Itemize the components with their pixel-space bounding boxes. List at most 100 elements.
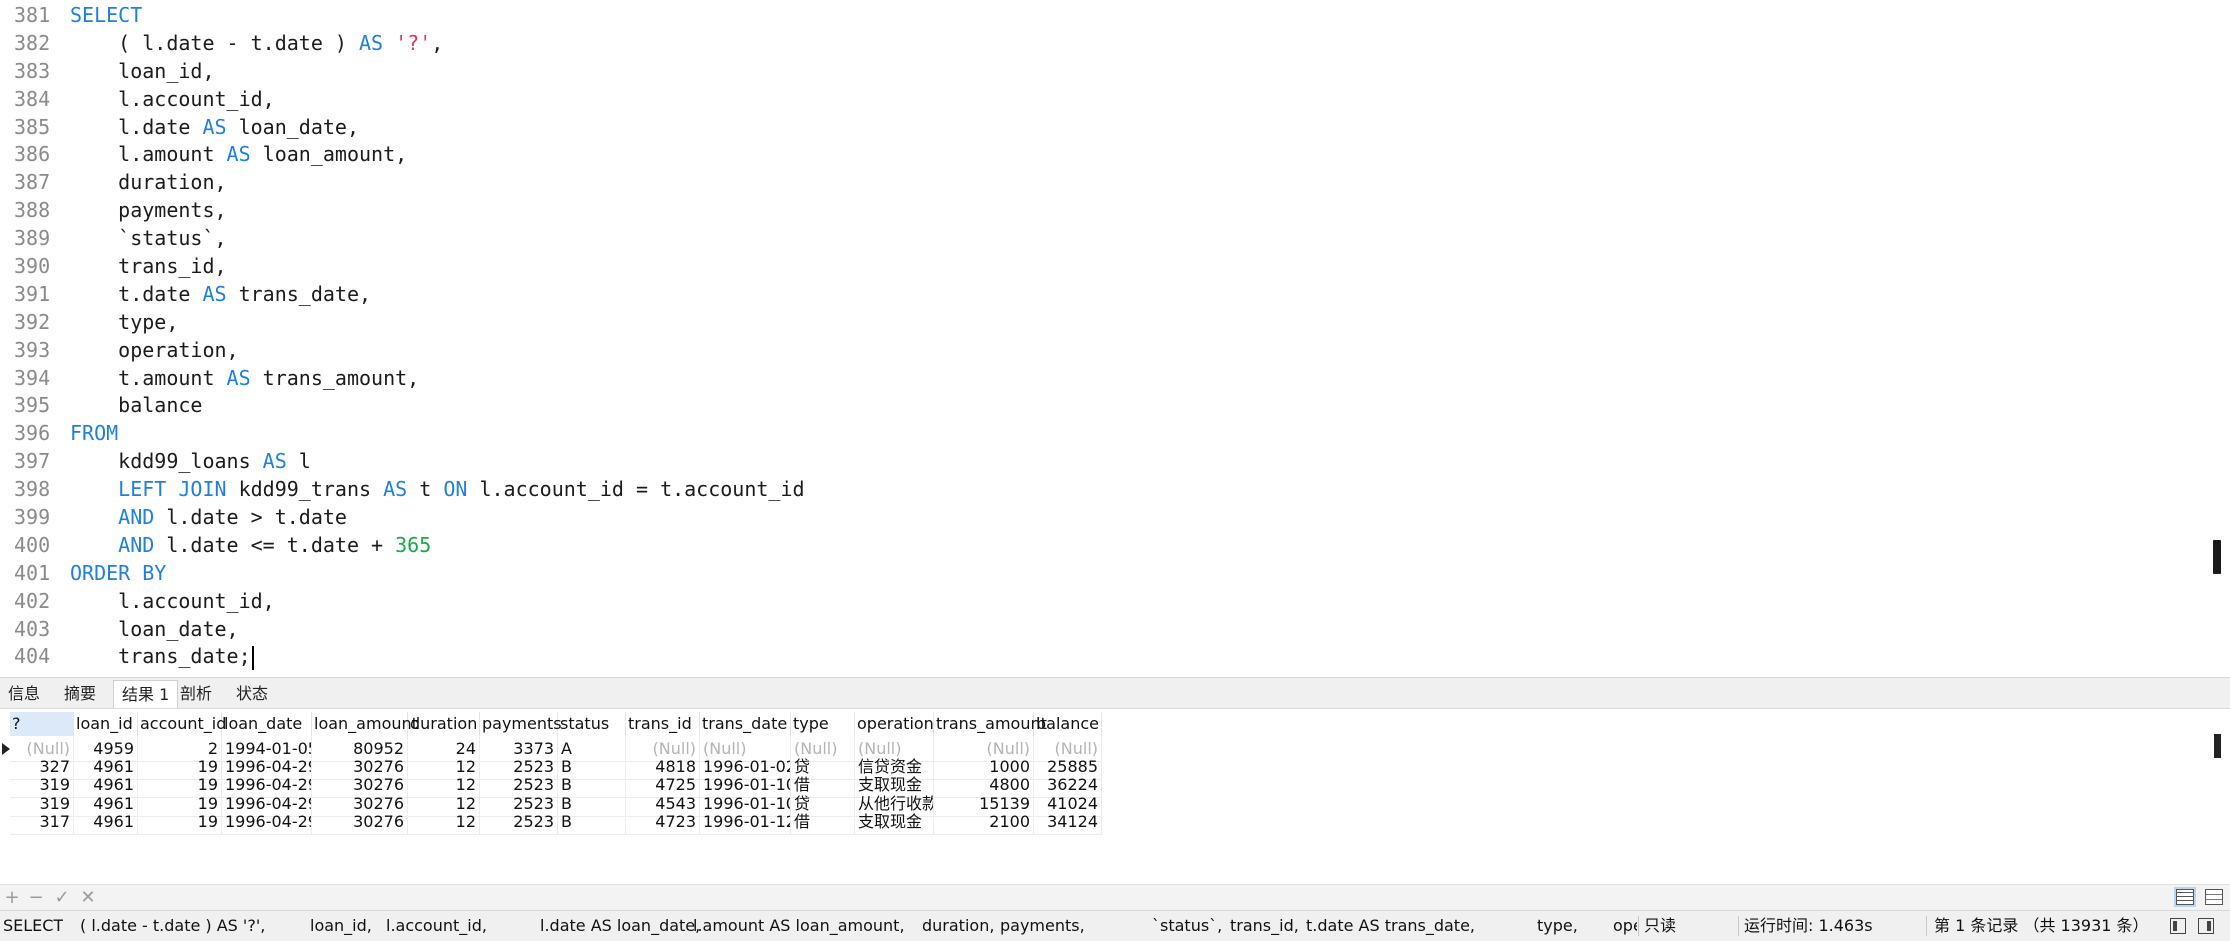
code-text: l.account_id,: [70, 588, 275, 613]
table-cell[interactable]: 30276: [312, 808, 408, 835]
column-header[interactable]: trans_id: [626, 712, 700, 736]
current-row-marker-icon: [2, 743, 10, 755]
code-text: type,: [70, 309, 179, 334]
table-cell[interactable]: 借: [791, 808, 855, 835]
line-number: 399: [14, 505, 51, 530]
code-text: FROM: [70, 421, 119, 446]
sql-preview-8: `status`,: [1152, 916, 1223, 935]
line-number: 395: [14, 393, 51, 418]
code-text: l.amount AS loan_amount,: [70, 142, 408, 167]
column-header[interactable]: account_id: [138, 712, 226, 736]
tab-info[interactable]: 信息: [0, 680, 48, 707]
column-header[interactable]: status: [558, 712, 626, 736]
column-header[interactable]: ?: [10, 712, 74, 736]
code-text: loan_date,: [70, 616, 239, 641]
column-header[interactable]: duration: [408, 712, 480, 736]
column-header[interactable]: loan_date: [222, 712, 312, 736]
table-cell[interactable]: 34124: [1034, 808, 1102, 835]
result-tab-bar: 信息 摘要 结果 1 剖析 状态: [0, 678, 2230, 709]
tab-result-1[interactable]: 结果 1: [113, 680, 179, 708]
table-cell[interactable]: 1996-01-12: [700, 808, 791, 835]
column-header[interactable]: operation: [855, 712, 934, 736]
record-count-label: 第 1 条记录 （共 13931 条）: [1934, 916, 2149, 935]
column-header[interactable]: trans_amount: [934, 712, 1047, 736]
sql-preview-6: duration,: [922, 916, 995, 935]
line-number: 394: [14, 365, 51, 390]
add-record-icon[interactable]: +: [2, 885, 22, 911]
column-header[interactable]: type: [791, 712, 855, 736]
runtime-label: 运行时间: 1.463s: [1744, 916, 1873, 935]
status-separator: [1926, 916, 1927, 936]
line-number: 384: [14, 86, 51, 111]
readonly-indicator: 只读: [1644, 916, 1677, 935]
code-text: balance: [70, 393, 203, 418]
code-text: AND l.date > t.date: [118, 505, 347, 530]
line-number: 398: [14, 477, 51, 502]
sql-preview-1: ( l.date - t.date ) AS '?',: [80, 916, 266, 935]
toggle-left-panel-icon[interactable]: [2170, 918, 2186, 934]
code-text: duration,: [70, 170, 227, 195]
sql-preview-9: trans_id,: [1230, 916, 1299, 935]
status-separator: [1638, 916, 1639, 936]
sql-preview-0: SELECT: [3, 916, 64, 935]
line-number: 404: [14, 644, 51, 669]
code-text: loan_id,: [70, 58, 215, 83]
table-cell[interactable]: 19: [138, 808, 222, 835]
table-cell[interactable]: 1996-04-29: [222, 808, 312, 835]
sql-preview-11: type,: [1537, 916, 1578, 935]
code-text: payments,: [70, 198, 227, 223]
column-header[interactable]: trans_date: [700, 712, 791, 736]
table-cell[interactable]: 12: [408, 808, 480, 835]
sql-preview-7: payments,: [1000, 916, 1085, 935]
form-view-icon[interactable]: [2205, 889, 2223, 905]
line-number: 393: [14, 337, 51, 362]
sql-preview-10: t.date AS trans_date,: [1306, 916, 1476, 935]
line-number: 386: [14, 142, 51, 167]
line-number: 392: [14, 309, 51, 334]
column-header[interactable]: payments: [480, 712, 562, 736]
code-text: kdd99_loans AS l: [70, 449, 311, 474]
tab-summary[interactable]: 摘要: [56, 680, 104, 707]
line-number: 383: [14, 58, 51, 83]
tab-profile[interactable]: 剖析: [172, 680, 220, 707]
table-cell[interactable]: 4723: [626, 808, 700, 835]
column-header[interactable]: loan_amount: [312, 712, 418, 736]
code-text: l.account_id,: [70, 86, 275, 111]
apply-changes-icon[interactable]: ✓: [52, 885, 72, 911]
table-cell[interactable]: 2523: [480, 808, 558, 835]
result-grid[interactable]: ? loan_id account_id loan_date loan_amount du…: [0, 709, 2230, 884]
grid-view-icon[interactable]: [2174, 887, 2196, 907]
table-cell[interactable]: 317: [10, 808, 74, 835]
table-cell[interactable]: 4961: [74, 808, 138, 835]
editor-scrollbar-thumb[interactable]: [2213, 540, 2221, 574]
delete-record-icon[interactable]: −: [26, 885, 46, 911]
line-number: 389: [14, 226, 51, 251]
line-number: 391: [14, 281, 51, 306]
line-number: 390: [14, 254, 51, 279]
line-number: 385: [14, 114, 51, 139]
table-cell[interactable]: 支取现金: [855, 808, 934, 835]
status-bar: SELECT ( l.date - t.date ) AS '?', loan_…: [0, 910, 2230, 941]
column-header[interactable]: balance: [1034, 712, 1102, 736]
discard-changes-icon[interactable]: ✕: [78, 885, 98, 911]
table-cell[interactable]: B: [558, 808, 626, 835]
code-text: trans_id,: [70, 254, 227, 279]
toggle-right-panel-icon[interactable]: [2198, 918, 2214, 934]
code-text: t.date AS trans_date,: [70, 281, 372, 306]
code-text: t.amount AS trans_amount,: [70, 365, 420, 390]
grid-scrollbar-thumb[interactable]: [2214, 734, 2221, 758]
code-text: SELECT: [70, 3, 143, 27]
code-text: `status`,: [70, 226, 227, 251]
table-row[interactable]: 317 4961 19 1996-04-29 30276 12 2523 B 4723 1996-…: [0, 808, 1570, 835]
code-text: operation,: [70, 337, 239, 362]
grid-header: ? loan_id account_id loan_date loan_amount du…: [0, 712, 1570, 736]
code-text: l.date AS loan_date,: [70, 114, 359, 139]
sql-editor[interactable]: 381 SELECT 382 ( l.date - t.date ) AS '?',…: [0, 0, 2230, 677]
column-header[interactable]: loan_id: [74, 712, 138, 736]
table-cell[interactable]: 2100: [934, 808, 1034, 835]
tab-status[interactable]: 状态: [228, 680, 276, 707]
line-number: 402: [14, 588, 51, 613]
line-number: 397: [14, 449, 51, 474]
sql-preview-4: l.date AS loan_date,: [540, 916, 701, 935]
line-number: 403: [14, 616, 51, 641]
